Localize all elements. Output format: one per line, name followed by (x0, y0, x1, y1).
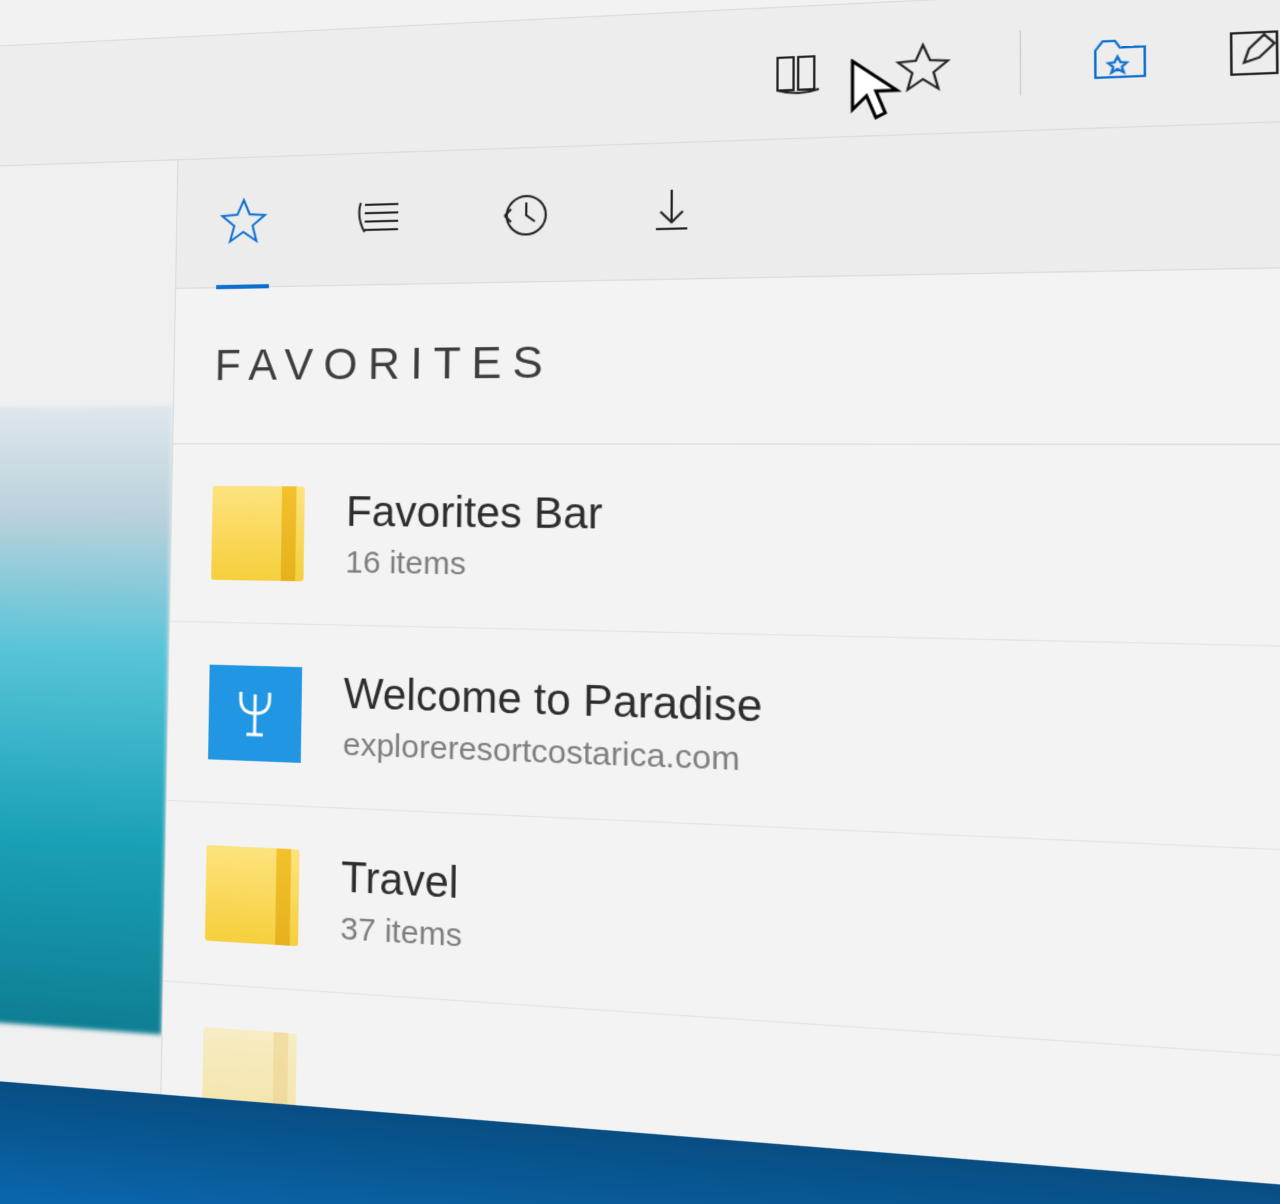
webpage-hero-image (0, 406, 173, 1034)
tab-downloads[interactable] (642, 140, 701, 281)
toolbar-divider (1020, 31, 1021, 96)
list-item[interactable]: Favorites Bar 16 items (170, 444, 1280, 652)
item-subtitle: 16 items (345, 544, 602, 584)
tab-favorites[interactable] (216, 155, 271, 289)
item-subtitle: 37 items (340, 910, 462, 954)
tab-history[interactable] (495, 145, 553, 284)
folder-icon (205, 845, 300, 946)
hub-section-header: Favorites (173, 264, 1280, 445)
hub-icon[interactable] (1088, 28, 1153, 90)
folder-icon (211, 486, 305, 581)
item-subtitle: exploreresortcostarica.com (343, 727, 763, 780)
item-title: Favorites Bar (346, 488, 603, 539)
webpage-preview (0, 160, 178, 1094)
add-favorite-icon[interactable] (892, 37, 954, 97)
favorites-list: Favorites Bar 16 items Welcome to Paradi… (161, 444, 1280, 1204)
reading-view-icon[interactable] (768, 43, 828, 102)
item-title: Welcome to Paradise (343, 670, 762, 732)
browser-window: Favorites Favorites Bar 16 items (0, 0, 1280, 1203)
hub-panel: Favorites Favorites Bar 16 items (161, 115, 1280, 1204)
tab-reading-list[interactable] (353, 150, 409, 286)
favicon-trident-icon (208, 665, 302, 763)
folder-icon (202, 1027, 297, 1131)
web-note-icon[interactable] (1221, 22, 1280, 84)
hub-title: Favorites (214, 337, 554, 391)
item-title: Travel (341, 853, 463, 908)
